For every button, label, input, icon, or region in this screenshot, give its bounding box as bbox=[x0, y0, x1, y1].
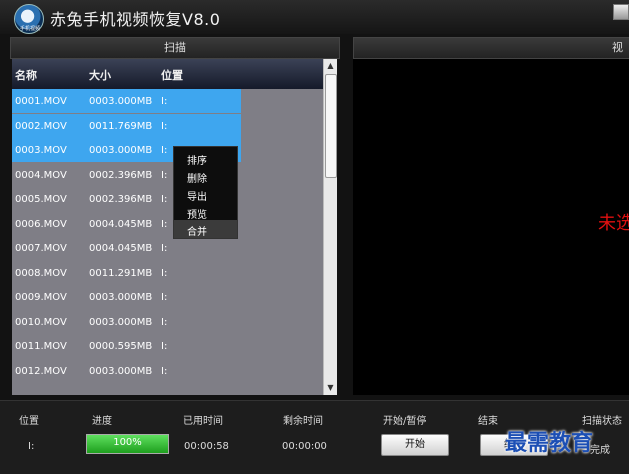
menu-item-label: 删除 bbox=[187, 174, 207, 185]
scroll-up-icon[interactable]: ▲ bbox=[324, 59, 337, 72]
cell-name: 0009.MOV bbox=[15, 292, 67, 303]
cell-position: I: bbox=[161, 218, 168, 230]
table-row[interactable]: 0001.MOV 0003.000MB I: bbox=[12, 89, 323, 113]
table-row[interactable]: 0006.MOV 0004.045MB I: bbox=[12, 212, 323, 236]
cell-name: 0011.MOV bbox=[15, 341, 67, 352]
video-preview-area: 未选择 bbox=[353, 59, 629, 395]
title-bar: 手机视频 赤兔手机视频恢复V8.0 bbox=[0, 0, 629, 34]
menu-item-preview[interactable]: 预览 bbox=[174, 203, 237, 221]
table-row[interactable]: 0011.MOV 0000.595MB I: bbox=[12, 334, 323, 358]
logo-text: 手机视频 bbox=[19, 26, 40, 32]
cell-name: 0006.MOV bbox=[15, 218, 67, 230]
cell-name: 0001.MOV bbox=[15, 96, 67, 107]
cell-name: 0007.MOV bbox=[15, 243, 67, 254]
menu-item-export[interactable]: 导出 bbox=[174, 185, 237, 203]
label-start-pause: 开始/暂停 bbox=[383, 416, 427, 427]
position-value: I: bbox=[28, 441, 35, 452]
label-end: 结束 bbox=[478, 416, 498, 427]
window-control-icon[interactable] bbox=[613, 4, 629, 20]
app-title: 赤兔手机视频恢复V8.0 bbox=[50, 10, 221, 29]
label-remaining: 剩余时间 bbox=[283, 416, 323, 427]
scan-panel-header: 扫描 bbox=[10, 37, 340, 59]
cell-position: I: bbox=[161, 316, 168, 328]
cell-position: I: bbox=[161, 341, 168, 352]
table-row[interactable]: 0004.MOV 0002.396MB I: bbox=[12, 163, 323, 187]
watermark-text: 最需教育 bbox=[505, 430, 594, 456]
cell-name: 0002.MOV bbox=[15, 120, 67, 132]
table-row[interactable]: 0002.MOV 0011.769MB I: bbox=[12, 113, 323, 138]
app-logo-icon: 手机视频 bbox=[14, 4, 44, 34]
progress-text: 100% bbox=[113, 437, 142, 448]
cell-name: 0003.MOV bbox=[15, 145, 67, 156]
menu-item-label: 预览 bbox=[187, 210, 207, 221]
menu-item-label: 排序 bbox=[187, 156, 207, 167]
cell-name: 0008.MOV bbox=[15, 267, 67, 279]
scroll-thumb[interactable] bbox=[325, 74, 337, 178]
column-position[interactable]: 位置 bbox=[161, 67, 183, 83]
cell-size: 0004.045MB bbox=[89, 243, 153, 254]
list-header: 名称 大小 位置 bbox=[12, 59, 323, 89]
cell-name: 0005.MOV bbox=[15, 194, 67, 205]
cell-size: 0011.291MB bbox=[89, 267, 153, 279]
cell-size: 0011.769MB bbox=[89, 120, 153, 132]
video-status-text: 未选择 bbox=[598, 213, 629, 234]
cell-size: 0003.000MB bbox=[89, 145, 153, 156]
table-row[interactable]: 0005.MOV 0002.396MB I: bbox=[12, 187, 323, 211]
status-bar: 位置 进度 已用时间 剩余时间 开始/暂停 结束 扫描状态 I: 100% 00… bbox=[0, 400, 629, 474]
context-menu: 排序 删除 导出 预览 合并 bbox=[173, 146, 238, 239]
file-list[interactable]: 名称 大小 位置 0001.MOV 0003.000MB I: 0002.MOV 001… bbox=[12, 59, 323, 395]
menu-item-sort[interactable]: 排序 bbox=[174, 149, 237, 167]
cell-size: 0003.000MB bbox=[89, 316, 153, 328]
menu-item-merge[interactable]: 合并 bbox=[174, 220, 237, 238]
cell-size: 0003.000MB bbox=[89, 365, 153, 377]
cell-size: 0003.000MB bbox=[89, 292, 153, 303]
table-row[interactable]: 0012.MOV 0003.000MB I: bbox=[12, 359, 323, 383]
table-row[interactable]: 0009.MOV 0003.000MB I: bbox=[12, 285, 323, 309]
video-panel-header: 视频 bbox=[353, 37, 629, 74]
menu-item-label: 合并 bbox=[187, 227, 207, 238]
table-row[interactable]: 0007.MOV 0004.045MB I: bbox=[12, 236, 323, 260]
cell-size: 0002.396MB bbox=[89, 169, 153, 181]
cell-position: I: bbox=[161, 292, 168, 303]
progress-bar: 100% bbox=[86, 434, 169, 454]
list-scrollbar[interactable]: ▲ ▼ bbox=[323, 59, 337, 395]
cell-position: I: bbox=[161, 96, 168, 107]
table-row[interactable]: 0010.MOV 0003.000MB I: bbox=[12, 310, 323, 334]
cell-position: I: bbox=[161, 194, 168, 205]
label-position: 位置 bbox=[19, 416, 39, 427]
table-row[interactable]: 0008.MOV 0011.291MB I: bbox=[12, 261, 323, 285]
cell-position: I: bbox=[161, 145, 168, 156]
cell-position: I: bbox=[161, 120, 168, 132]
remaining-value: 00:00:00 bbox=[282, 441, 327, 452]
cell-size: 0000.595MB bbox=[89, 341, 153, 352]
label-elapsed: 已用时间 bbox=[183, 416, 223, 427]
start-button[interactable]: 开始 bbox=[381, 434, 449, 456]
cell-position: I: bbox=[161, 365, 168, 377]
cell-name: 0004.MOV bbox=[15, 169, 67, 181]
cell-size: 0003.000MB bbox=[89, 96, 153, 107]
label-progress: 进度 bbox=[92, 416, 112, 427]
cell-position: I: bbox=[161, 243, 168, 254]
cell-name: 0012.MOV bbox=[15, 365, 67, 377]
cell-position: I: bbox=[161, 169, 168, 181]
cell-name: 0010.MOV bbox=[15, 316, 67, 328]
scroll-down-icon[interactable]: ▼ bbox=[324, 381, 337, 394]
table-row[interactable]: 0003.MOV 0003.000MB I: bbox=[12, 138, 323, 162]
column-name[interactable]: 名称 bbox=[15, 67, 37, 83]
column-size[interactable]: 大小 bbox=[89, 67, 111, 83]
menu-item-delete[interactable]: 删除 bbox=[174, 167, 237, 185]
elapsed-value: 00:00:58 bbox=[184, 441, 229, 452]
cell-size: 0004.045MB bbox=[89, 218, 153, 230]
cell-position: I: bbox=[161, 267, 168, 279]
menu-item-label: 导出 bbox=[187, 192, 207, 203]
cell-size: 0002.396MB bbox=[89, 194, 153, 205]
